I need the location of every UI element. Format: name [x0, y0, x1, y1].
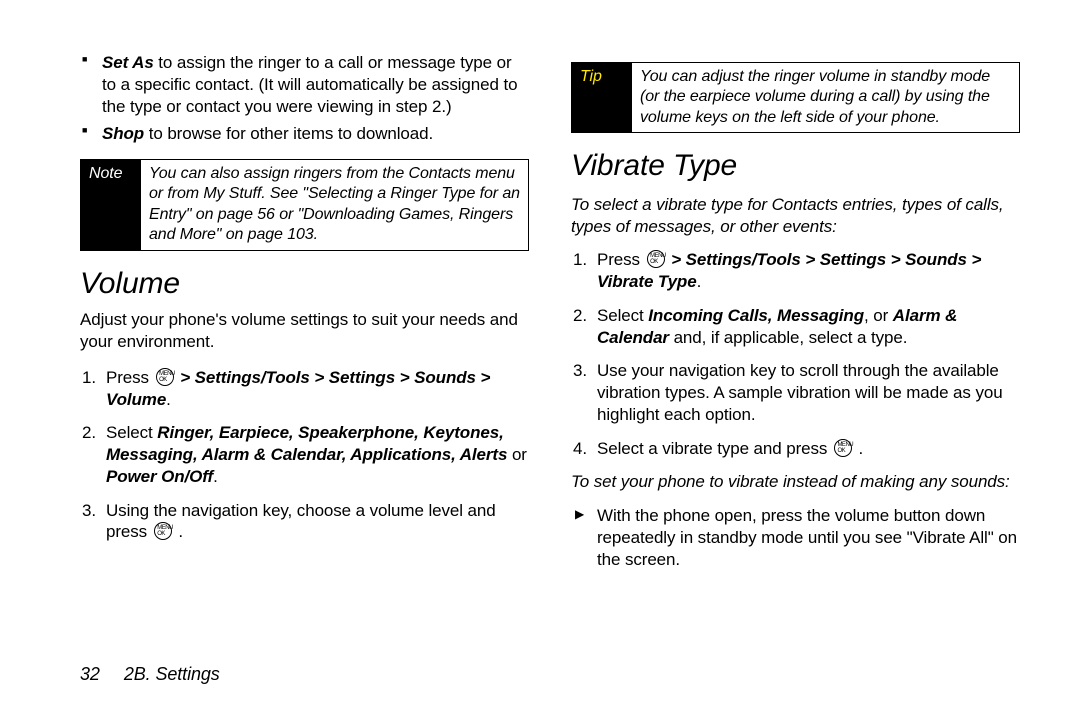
step-number: 2.: [82, 422, 96, 444]
step-number: 2.: [573, 305, 587, 327]
step-text: Use your navigation key to scroll throug…: [597, 361, 1003, 424]
vibrate-steps: 1. Press > Settings/Tools > Settings > S…: [571, 249, 1020, 459]
step-end: .: [213, 467, 218, 486]
menu-ok-key-icon: [647, 250, 665, 268]
step-rest: and, if applicable, select a type.: [669, 328, 907, 347]
step-strong: Ringer: [157, 423, 209, 442]
manual-page: Set As to assign the ringer to a call or…: [0, 0, 1080, 720]
volume-heading: Volume: [80, 265, 529, 303]
arrow-item: With the phone open, press the volume bu…: [597, 505, 1020, 570]
step-post: .: [174, 522, 183, 541]
step-number: 3.: [82, 500, 96, 522]
volume-intro: Adjust your phone's volume settings to s…: [80, 309, 529, 353]
step-pre: Select: [106, 423, 157, 442]
step-last-strong: Power On/Off: [106, 467, 213, 486]
vibrate-subintro: To select a vibrate type for Contacts en…: [571, 194, 1020, 238]
note-body: You can also assign ringers from the Con…: [141, 160, 528, 250]
step: 4. Select a vibrate type and press .: [597, 438, 1020, 460]
step: 2. Select Ringer, Earpiece, Speakerphone…: [106, 422, 529, 487]
step-number: 3.: [573, 360, 587, 382]
step-post: .: [166, 390, 171, 409]
step: 1. Press > Settings/Tools > Settings > S…: [106, 367, 529, 411]
left-column: Set As to assign the ringer to a call or…: [80, 52, 529, 720]
tip-body: You can adjust the ringer volume in stan…: [632, 63, 1019, 132]
bullet-lead: Set As: [102, 53, 154, 72]
bullet-rest: to assign the ringer to a call or messag…: [102, 53, 517, 116]
step: 2. Select Incoming Calls, Messaging, or …: [597, 305, 1020, 349]
note-label: Note: [81, 160, 141, 250]
footer-section: 2B. Settings: [124, 664, 220, 684]
setas-shop-list: Set As to assign the ringer to a call or…: [80, 52, 529, 145]
tip-label: Tip: [572, 63, 632, 132]
bullet-lead: Shop: [102, 124, 144, 143]
step-mid: , or: [864, 306, 893, 325]
step-pre: Select: [597, 306, 648, 325]
menu-ok-key-icon: [834, 439, 852, 457]
page-footer: 32 2B. Settings: [80, 663, 220, 686]
page-number: 32: [80, 664, 100, 684]
step: 3. Use your navigation key to scroll thr…: [597, 360, 1020, 425]
step-pre: Press: [106, 368, 154, 387]
step: 1. Press > Settings/Tools > Settings > S…: [597, 249, 1020, 293]
step-mid: or: [507, 445, 527, 464]
step-post: .: [854, 439, 863, 458]
step-text: Select a vibrate type and press: [597, 439, 832, 458]
note-callout: Note You can also assign ringers from th…: [80, 159, 529, 251]
step-number: 4.: [573, 438, 587, 460]
step-number: 1.: [573, 249, 587, 271]
right-column: Tip You can adjust the ringer volume in …: [571, 52, 1020, 720]
vibrate-heading: Vibrate Type: [571, 147, 1020, 185]
tip-callout: Tip You can adjust the ringer volume in …: [571, 62, 1020, 133]
list-item: Set As to assign the ringer to a call or…: [102, 52, 529, 117]
bullet-rest: to browse for other items to download.: [144, 124, 433, 143]
vibrate-sub2: To set your phone to vibrate instead of …: [571, 471, 1020, 493]
vibrate-arrow-list: With the phone open, press the volume bu…: [571, 505, 1020, 570]
step-strong: Incoming Calls, Messaging: [648, 306, 864, 325]
step-number: 1.: [82, 367, 96, 389]
step-pre: Press: [597, 250, 645, 269]
step-post: .: [697, 272, 702, 291]
volume-steps: 1. Press > Settings/Tools > Settings > S…: [80, 367, 529, 543]
list-item: Shop to browse for other items to downlo…: [102, 123, 529, 145]
menu-ok-key-icon: [154, 522, 172, 540]
step: 3. Using the navigation key, choose a vo…: [106, 500, 529, 544]
menu-ok-key-icon: [156, 368, 174, 386]
